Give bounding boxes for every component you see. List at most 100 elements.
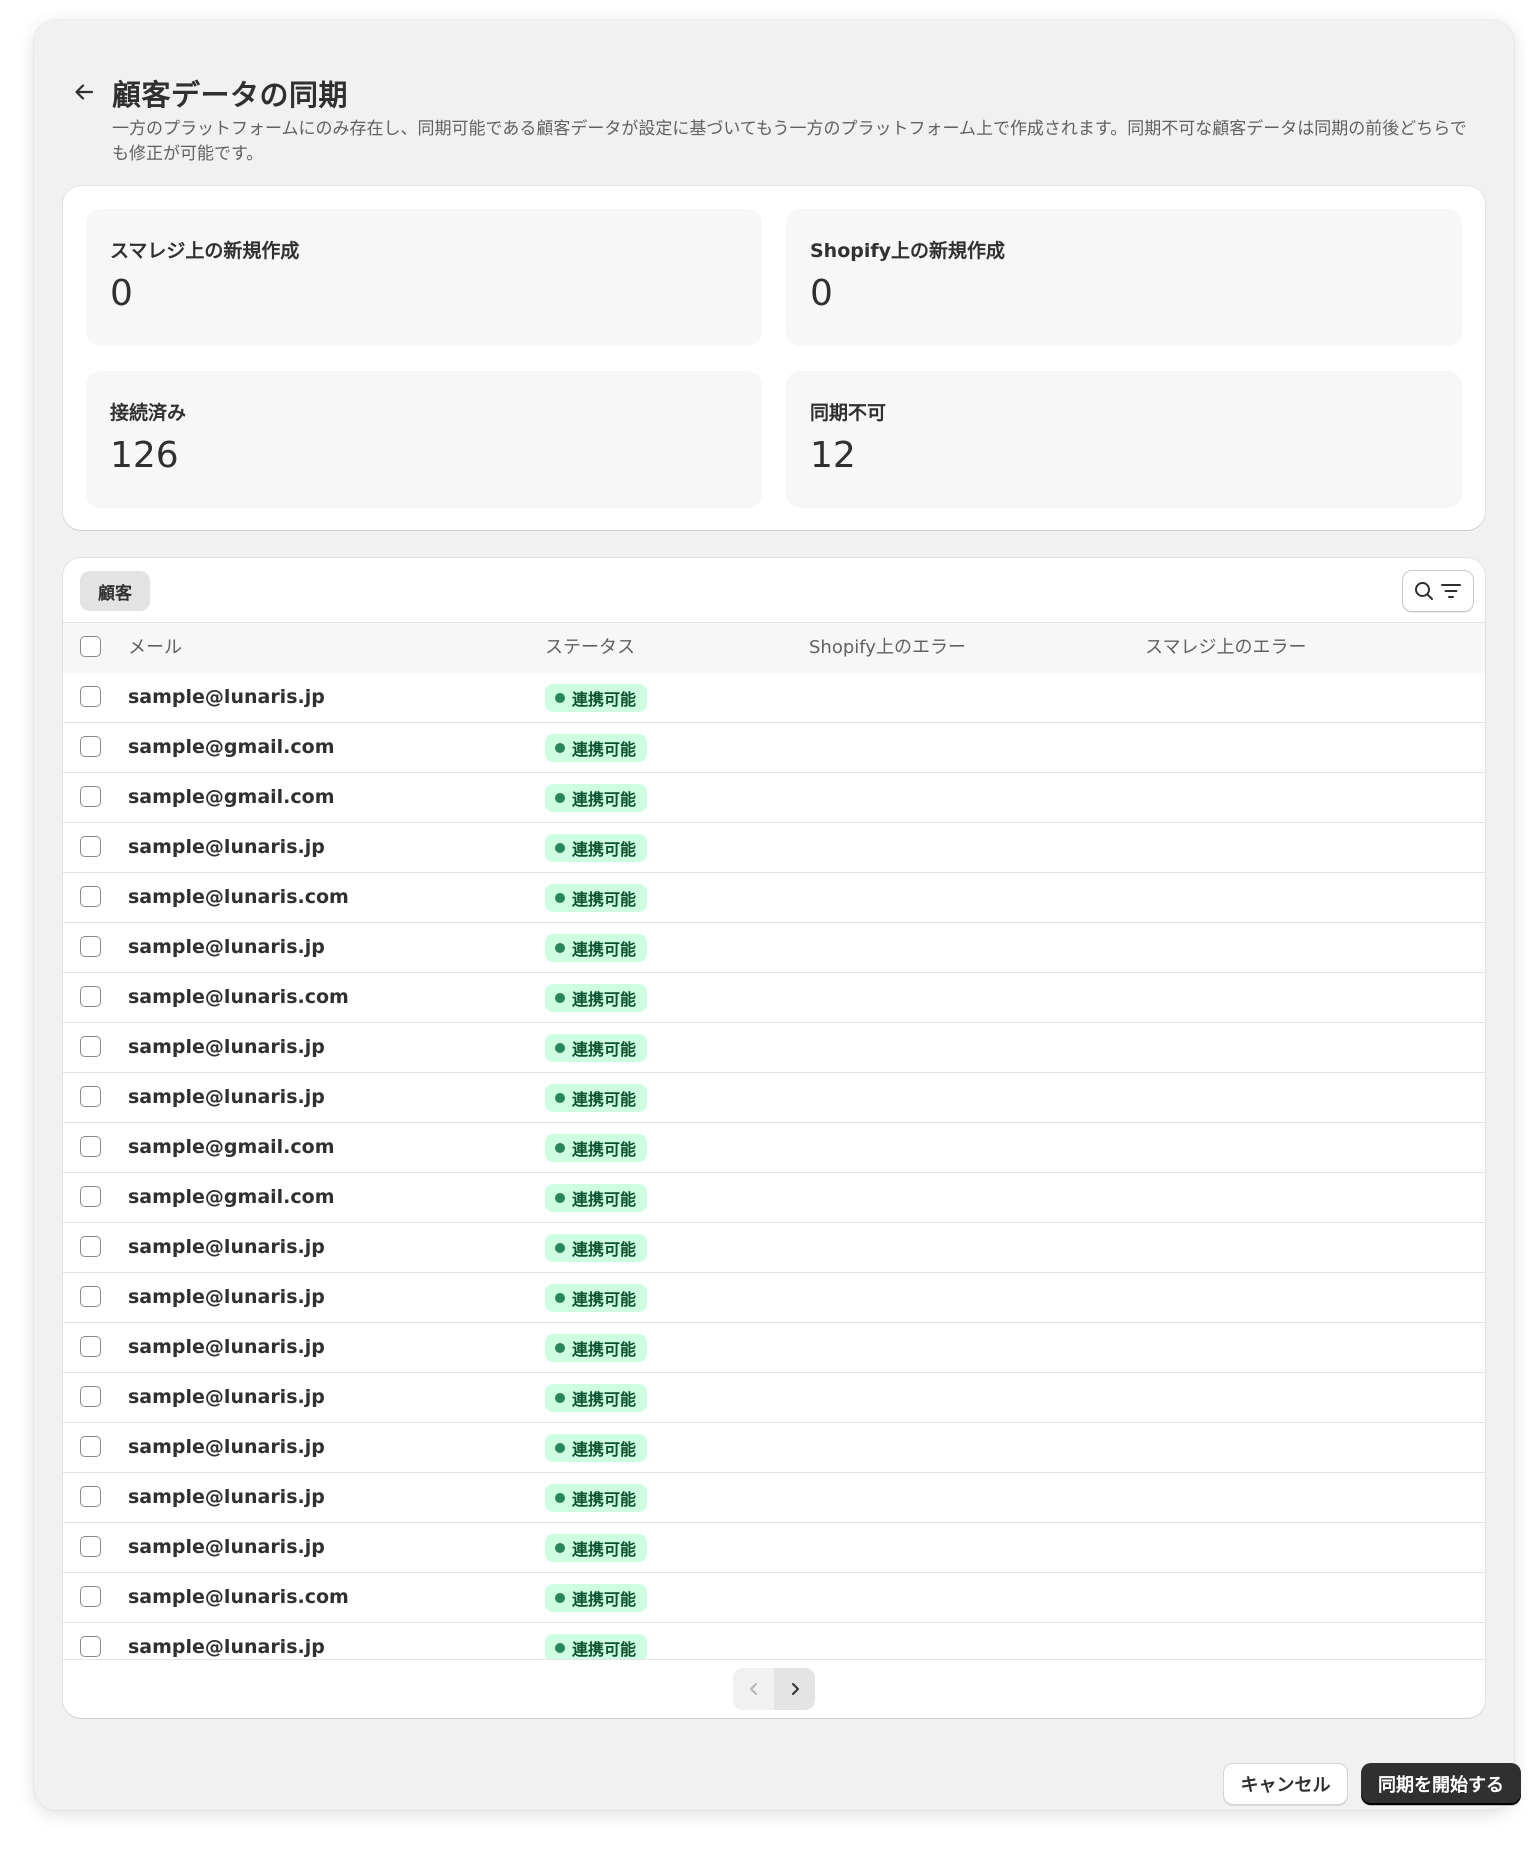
- row-checkbox[interactable]: [80, 736, 101, 757]
- table-row[interactable]: sample@gmail.com 連携可能: [63, 773, 1485, 823]
- stat-value: 12: [810, 435, 856, 476]
- row-checkbox[interactable]: [80, 986, 101, 1007]
- row-checkbox[interactable]: [80, 886, 101, 907]
- cancel-button[interactable]: キャンセル: [1223, 1763, 1348, 1805]
- tab-customers[interactable]: 顧客: [80, 571, 150, 611]
- column-header-status[interactable]: ステータス: [545, 623, 635, 673]
- stat-value: 0: [110, 273, 133, 314]
- table-row[interactable]: sample@gmail.com 連携可能: [63, 723, 1485, 773]
- stats-card: スマレジ上の新規作成 0 Shopify上の新規作成 0 接続済み 126 同期…: [63, 186, 1485, 530]
- status-badge: 連携可能: [545, 984, 648, 1012]
- customer-email: sample@lunaris.jp: [128, 1236, 325, 1258]
- table-row[interactable]: sample@lunaris.jp 連携可能: [63, 1373, 1485, 1423]
- table-row[interactable]: sample@lunaris.jp 連携可能: [63, 1223, 1485, 1273]
- sync-window: 顧客データの同期 一方のプラットフォームにのみ存在し、同期可能である顧客データが…: [34, 20, 1521, 1810]
- customer-email: sample@lunaris.jp: [128, 836, 325, 858]
- row-checkbox[interactable]: [80, 1286, 101, 1307]
- row-checkbox[interactable]: [80, 1336, 101, 1357]
- status-dot-icon: [555, 1143, 565, 1153]
- row-checkbox[interactable]: [80, 1186, 101, 1207]
- table-row[interactable]: sample@lunaris.jp 連携可能: [63, 1423, 1485, 1473]
- column-header-email[interactable]: メール: [128, 623, 182, 673]
- status-dot-icon: [555, 1243, 565, 1253]
- row-checkbox[interactable]: [80, 936, 101, 957]
- stat-shopify-new: Shopify上の新規作成 0: [786, 209, 1462, 346]
- status-label: 連携可能: [572, 840, 637, 859]
- status-label: 連携可能: [572, 1590, 637, 1609]
- status-dot-icon: [555, 1343, 565, 1353]
- status-badge: 連携可能: [545, 834, 648, 862]
- start-sync-button[interactable]: 同期を開始する: [1361, 1763, 1521, 1805]
- status-label: 連携可能: [572, 1190, 637, 1209]
- row-checkbox[interactable]: [80, 1036, 101, 1057]
- table-row[interactable]: sample@lunaris.jp 連携可能: [63, 1323, 1485, 1373]
- column-header-smaregi-error[interactable]: スマレジ上のエラー: [1145, 623, 1306, 673]
- table-row[interactable]: sample@lunaris.jp 連携可能: [63, 1473, 1485, 1523]
- customer-email: sample@lunaris.jp: [128, 1086, 325, 1108]
- chevron-right-icon: [791, 1683, 799, 1695]
- status-badge: 連携可能: [545, 1284, 648, 1312]
- status-label: 連携可能: [572, 1040, 637, 1059]
- status-badge: 連携可能: [545, 1334, 648, 1362]
- select-all-checkbox[interactable]: [80, 636, 101, 657]
- row-checkbox[interactable]: [80, 1636, 101, 1657]
- page-title: 顧客データの同期: [112, 78, 349, 112]
- next-page-button[interactable]: [774, 1668, 815, 1710]
- status-dot-icon: [555, 743, 565, 753]
- filter-icon: [1441, 584, 1461, 598]
- status-label: 連携可能: [572, 1390, 637, 1409]
- status-dot-icon: [555, 1493, 565, 1503]
- status-label: 連携可能: [572, 990, 637, 1009]
- page-description: 一方のプラットフォームにのみ存在し、同期可能である顧客データが設定に基づいてもう…: [112, 119, 1467, 164]
- table-row[interactable]: sample@lunaris.com 連携可能: [63, 1573, 1485, 1623]
- row-checkbox[interactable]: [80, 1386, 101, 1407]
- row-checkbox[interactable]: [80, 1436, 101, 1457]
- table-row[interactable]: sample@gmail.com 連携可能: [63, 1123, 1485, 1173]
- status-label: 連携可能: [572, 1240, 637, 1259]
- row-checkbox[interactable]: [80, 1586, 101, 1607]
- row-checkbox[interactable]: [80, 686, 101, 707]
- table-row[interactable]: sample@lunaris.jp 連携可能: [63, 823, 1485, 873]
- table-row[interactable]: sample@lunaris.com 連携可能: [63, 873, 1485, 923]
- status-dot-icon: [555, 893, 565, 903]
- table-row[interactable]: sample@lunaris.jp 連携可能: [63, 1073, 1485, 1123]
- table-row[interactable]: sample@lunaris.jp 連携可能: [63, 1523, 1485, 1573]
- table-row[interactable]: sample@lunaris.com 連携可能: [63, 973, 1485, 1023]
- table-row[interactable]: sample@lunaris.jp 連携可能: [63, 1023, 1485, 1073]
- status-dot-icon: [555, 993, 565, 1003]
- search-filter-button[interactable]: [1402, 570, 1474, 612]
- row-checkbox[interactable]: [80, 1536, 101, 1557]
- status-badge: 連携可能: [545, 1084, 648, 1112]
- row-checkbox[interactable]: [80, 1086, 101, 1107]
- table-row[interactable]: sample@lunaris.jp 連携可能: [63, 923, 1485, 973]
- status-label: 連携可能: [572, 1490, 637, 1509]
- status-label: 連携可能: [572, 1340, 637, 1359]
- row-checkbox[interactable]: [80, 1236, 101, 1257]
- customer-email: sample@lunaris.jp: [128, 1436, 325, 1458]
- stat-label: 同期不可: [810, 402, 887, 424]
- row-checkbox[interactable]: [80, 786, 101, 807]
- table-body: sample@lunaris.jp 連携可能 sample@gmail.com 連携可…: [63, 673, 1485, 1673]
- status-badge: 連携可能: [545, 1634, 648, 1662]
- customer-email: sample@lunaris.jp: [128, 1336, 325, 1358]
- column-header-shopify-error[interactable]: Shopify上のエラー: [809, 623, 966, 673]
- customer-email: sample@lunaris.jp: [128, 1386, 325, 1408]
- back-button[interactable]: [70, 78, 98, 106]
- stat-value: 126: [110, 435, 179, 476]
- status-badge: 連携可能: [545, 684, 648, 712]
- status-label: 連携可能: [572, 940, 637, 959]
- status-dot-icon: [555, 1193, 565, 1203]
- status-badge: 連携可能: [545, 734, 648, 762]
- table-row[interactable]: sample@gmail.com 連携可能: [63, 1173, 1485, 1223]
- row-checkbox[interactable]: [80, 1486, 101, 1507]
- status-badge: 連携可能: [545, 1584, 648, 1612]
- previous-page-button[interactable]: [733, 1668, 774, 1710]
- customer-email: sample@lunaris.jp: [128, 936, 325, 958]
- table-row[interactable]: sample@lunaris.jp 連携可能: [63, 1273, 1485, 1323]
- search-icon: [1415, 582, 1433, 600]
- status-dot-icon: [555, 1393, 565, 1403]
- row-checkbox[interactable]: [80, 1136, 101, 1157]
- table-row[interactable]: sample@lunaris.jp 連携可能: [63, 673, 1485, 723]
- row-checkbox[interactable]: [80, 836, 101, 857]
- status-badge: 連携可能: [545, 1034, 648, 1062]
